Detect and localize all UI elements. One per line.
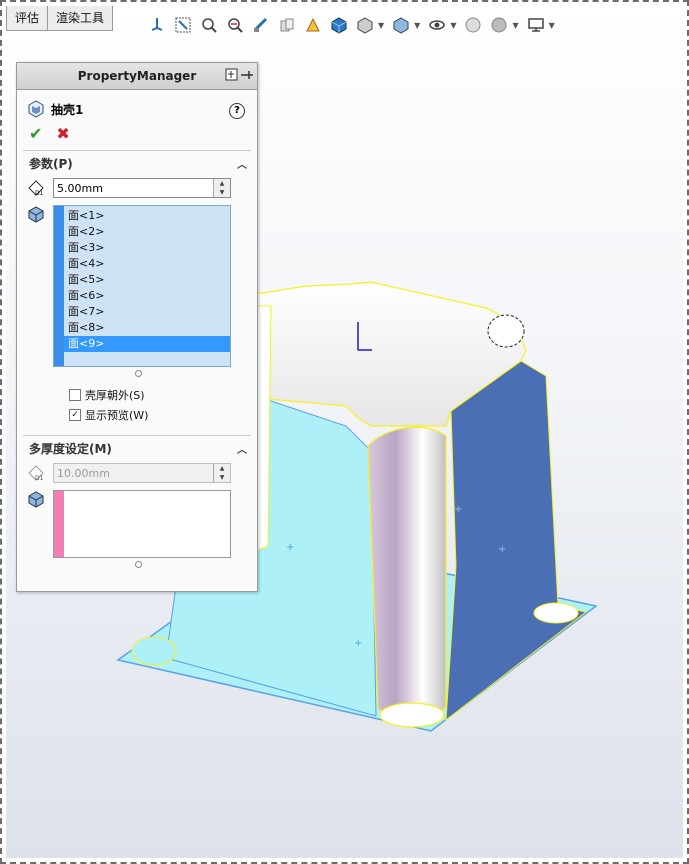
cancel-button[interactable]: ✖ bbox=[56, 124, 69, 143]
chevron-down-icon[interactable]: ▼ bbox=[512, 21, 518, 30]
apply-scene-icon[interactable] bbox=[426, 14, 448, 36]
svg-text:+: + bbox=[354, 638, 362, 649]
view-orientation-icon[interactable] bbox=[146, 14, 168, 36]
resize-handle[interactable] bbox=[134, 561, 142, 568]
chevron-down-icon[interactable]: ▼ bbox=[549, 21, 555, 30]
pin-icon[interactable] bbox=[225, 68, 253, 82]
dimension-icon: D1 bbox=[27, 464, 45, 482]
show-preview-checkbox[interactable]: ✓ bbox=[69, 409, 81, 421]
monitor-icon[interactable] bbox=[525, 14, 547, 36]
tab-render-tools[interactable]: 渲染工具 bbox=[48, 6, 114, 31]
svg-text:D1: D1 bbox=[35, 190, 44, 197]
ok-button[interactable]: ✔ bbox=[29, 124, 42, 143]
spin-buttons[interactable]: ▲ ▼ bbox=[213, 464, 230, 482]
zoom-to-fit-icon[interactable] bbox=[172, 14, 194, 36]
thickness-input[interactable]: 5.00mm ▲ ▼ bbox=[53, 178, 231, 198]
svg-text:+: + bbox=[454, 504, 462, 515]
face-list-item[interactable]: 面<5> bbox=[64, 272, 230, 288]
shaded-cube-icon[interactable] bbox=[328, 14, 350, 36]
help-icon[interactable]: ? bbox=[229, 103, 245, 119]
property-manager-panel: PropertyManager 抽壳1 ? ✔ ✖ 参数(P) ︿ D1 5.0… bbox=[16, 62, 258, 592]
chevron-down-icon[interactable]: ▼ bbox=[414, 21, 420, 30]
shell-outward-checkbox[interactable] bbox=[69, 389, 81, 401]
tab-evaluate[interactable]: 评估 bbox=[6, 6, 49, 31]
selection-color-bar bbox=[54, 491, 64, 557]
svg-text:+: + bbox=[498, 544, 506, 555]
feature-title-row: 抽壳1 bbox=[17, 96, 257, 122]
edit-appearance-icon[interactable] bbox=[390, 14, 412, 36]
chevron-down-icon[interactable]: ▼ bbox=[378, 21, 384, 30]
multi-thickness-input[interactable]: 10.00mm ▲ ▼ bbox=[53, 463, 231, 483]
feature-name: 抽壳1 bbox=[51, 102, 84, 117]
section-view-icon[interactable] bbox=[250, 14, 272, 36]
faces-list-wrapper: 面<1> 面<2> 面<3> 面<4> 面<5> 面<6> 面<7> 面<8> 面<9> bbox=[45, 205, 231, 377]
shell-outward-option[interactable]: 壳厚朝外(S) bbox=[17, 385, 257, 405]
multi-faces-row bbox=[17, 490, 257, 568]
command-manager-tabs: 评估 渲染工具 bbox=[6, 6, 114, 32]
multi-thickness-row: D1 10.00mm ▲ ▼ bbox=[17, 460, 257, 486]
parameters-label: 参数(P) bbox=[29, 156, 73, 171]
chevron-down-icon[interactable]: ▼ bbox=[450, 21, 456, 30]
multi-thickness-group-header[interactable]: 多厚度设定(M) ︿ bbox=[17, 436, 257, 460]
heads-up-toolbar: ▼ ▼ ▼ ▼ ▼ bbox=[146, 12, 557, 38]
shell-outward-label: 壳厚朝外(S) bbox=[85, 389, 145, 402]
svg-text:D1: D1 bbox=[35, 475, 44, 482]
face-list-item[interactable]: 面<9> bbox=[64, 336, 230, 352]
multi-faces-wrapper bbox=[45, 490, 231, 568]
property-manager-title: PropertyManager bbox=[77, 69, 197, 83]
multi-thickness-faces-list[interactable] bbox=[53, 490, 231, 558]
faces-to-remove-list[interactable]: 面<1> 面<2> 面<3> 面<4> 面<5> 面<6> 面<7> 面<8> 面<9> bbox=[53, 205, 231, 367]
graphics-area[interactable]: + + + + 评估 渲染工具 ▼ ▼ ▼ ▼ ▼ PropertyManage… bbox=[6, 6, 683, 858]
thickness-row: D1 5.00mm ▲ ▼ bbox=[17, 175, 257, 201]
show-preview-label: 显示预览(W) bbox=[85, 409, 149, 422]
property-manager-header: PropertyManager bbox=[17, 63, 257, 90]
view-settings-icon[interactable] bbox=[462, 14, 484, 36]
dynamic-annotation-icon[interactable] bbox=[276, 14, 298, 36]
face-list-item[interactable]: 面<4> bbox=[64, 256, 230, 272]
face-list-item[interactable]: 面<8> bbox=[64, 320, 230, 336]
hide-show-icon[interactable] bbox=[354, 14, 376, 36]
chevron-up-icon[interactable]: ︿ bbox=[237, 156, 247, 171]
face-items: 面<1> 面<2> 面<3> 面<4> 面<5> 面<6> 面<7> 面<8> 面<9> bbox=[64, 206, 230, 366]
chevron-up-icon[interactable]: ︿ bbox=[237, 441, 247, 456]
face-list-item[interactable]: 面<6> bbox=[64, 288, 230, 304]
face-list-item[interactable]: 面<1> bbox=[64, 208, 230, 224]
previous-view-icon[interactable] bbox=[224, 14, 246, 36]
multi-thickness-value: 10.00mm bbox=[57, 466, 110, 480]
spin-buttons[interactable]: ▲ ▼ bbox=[213, 179, 230, 197]
show-preview-option[interactable]: ✓ 显示预览(W) bbox=[17, 405, 257, 425]
resize-handle[interactable] bbox=[134, 370, 142, 377]
ok-cancel-row: ✔ ✖ bbox=[17, 122, 257, 144]
thickness-value: 5.00mm bbox=[57, 181, 103, 195]
svg-text:+: + bbox=[286, 542, 294, 553]
faces-row: 面<1> 面<2> 面<3> 面<4> 面<5> 面<6> 面<7> 面<8> 面<9> bbox=[17, 205, 257, 377]
zoom-area-icon[interactable] bbox=[198, 14, 220, 36]
parameters-group-header[interactable]: 参数(P) ︿ bbox=[17, 151, 257, 175]
shell-feature-icon bbox=[27, 100, 45, 118]
face-icon bbox=[27, 205, 45, 377]
multi-thickness-label: 多厚度设定(M) bbox=[29, 441, 112, 456]
face-list-item[interactable]: 面<3> bbox=[64, 240, 230, 256]
face-list-item[interactable]: 面<2> bbox=[64, 224, 230, 240]
selection-color-bar bbox=[54, 206, 64, 366]
display-style-icon[interactable] bbox=[302, 14, 324, 36]
dimension-icon: D1 bbox=[27, 179, 45, 197]
display-pane-icon[interactable] bbox=[488, 14, 510, 36]
face-icon bbox=[27, 490, 45, 568]
face-list-item[interactable]: 面<7> bbox=[64, 304, 230, 320]
